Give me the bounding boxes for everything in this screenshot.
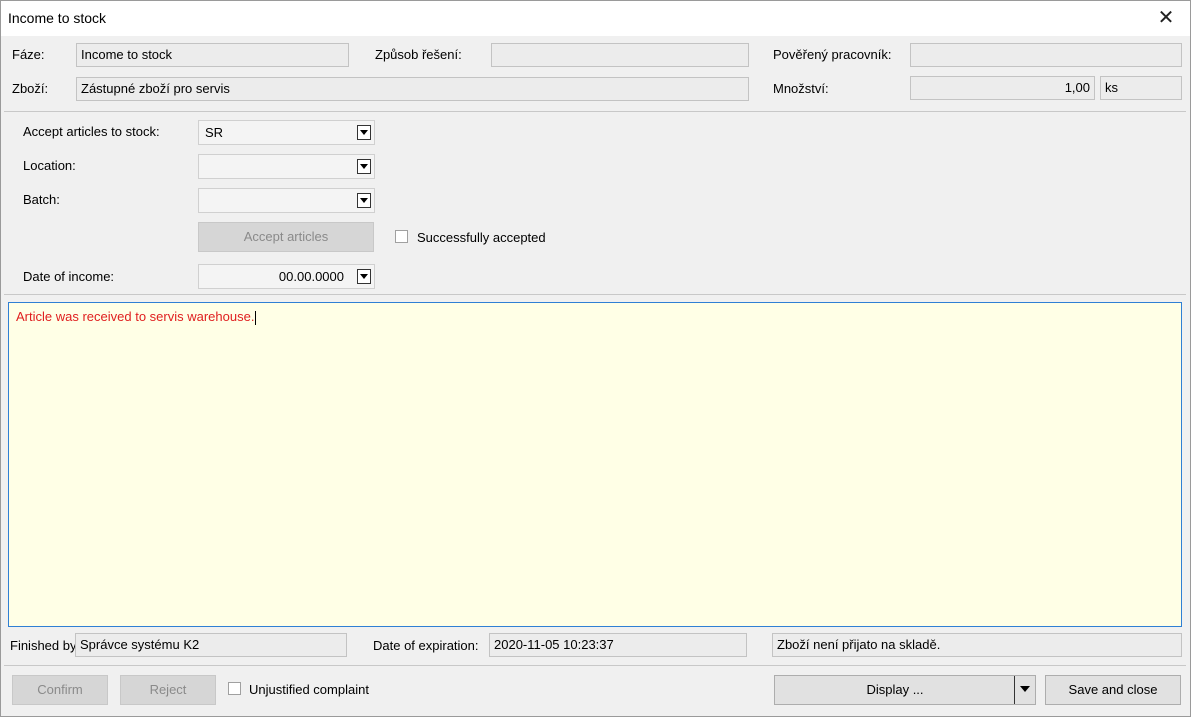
successfully-accepted-checkbox[interactable] [395,230,408,243]
display-button[interactable]: Display ... [774,675,1036,705]
batch-select[interactable] [198,188,375,213]
date-income-picker[interactable]: 00.00.0000 [198,264,375,289]
display-label: Display ... [866,682,924,697]
povereny-field [910,43,1182,67]
window-title: Income to stock [8,10,107,26]
accept-stock-select[interactable]: SR [198,120,375,145]
accept-stock-label: Accept articles to stock: [23,124,160,139]
mnozstvi-field: 1,00 [910,76,1095,100]
chevron-down-icon[interactable] [357,125,371,140]
reject-button[interactable]: Reject [120,675,216,705]
expiration-field: 2020-11-05 10:23:37 [489,633,747,657]
accept-articles-button[interactable]: Accept articles [198,222,374,252]
unjustified-complaint-label: Unjustified complaint [249,682,369,697]
save-and-close-button[interactable]: Save and close [1045,675,1181,705]
mnozstvi-label: Množství: [773,81,829,96]
title-bar [0,0,1191,36]
location-select[interactable] [198,154,375,179]
successfully-accepted-label: Successfully accepted [417,230,546,245]
confirm-button[interactable]: Confirm [12,675,108,705]
povereny-label: Pověřený pracovník: [773,47,892,62]
location-label: Location: [23,158,76,173]
unjustified-complaint-checkbox[interactable] [228,682,241,695]
zpusob-field [491,43,749,67]
date-income-value: 00.00.0000 [278,269,344,284]
separator [4,294,1186,295]
accept-stock-value: SR [205,125,224,140]
separator [4,665,1186,666]
status-field: Zboží není přijato na skladě. [772,633,1182,657]
chevron-down-icon[interactable] [357,193,371,208]
batch-label: Batch: [23,192,60,207]
faze-label: Fáze: [12,47,45,62]
note-textarea[interactable]: Article was received to servis warehouse… [8,302,1182,627]
expiration-label: Date of expiration: [373,638,479,653]
chevron-down-icon[interactable] [357,269,371,284]
finished-by-label: Finished by [10,638,77,653]
zbozi-field: Zástupné zboží pro servis [76,77,749,101]
faze-field: Income to stock [76,43,349,67]
zpusob-label: Způsob řešení: [375,47,462,62]
text-caret [255,310,257,325]
zbozi-label: Zboží: [12,81,49,96]
date-income-label: Date of income: [23,269,115,284]
chevron-down-icon[interactable] [357,159,371,174]
finished-by-field: Správce systému K2 [75,633,347,657]
unit-field: ks [1100,76,1182,100]
separator [4,111,1186,112]
note-text: Article was received to servis warehouse… [16,309,255,324]
chevron-down-icon[interactable] [1014,676,1035,704]
close-icon[interactable]: ✕ [1152,4,1180,32]
